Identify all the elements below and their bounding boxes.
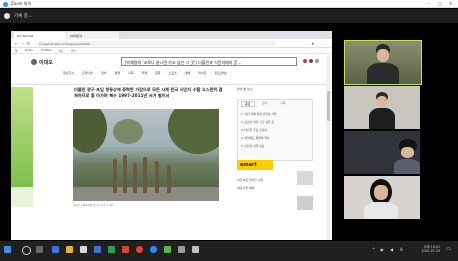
powerpoint-icon[interactable] <box>122 246 129 253</box>
bookmark[interactable]: Gmail <box>25 49 33 52</box>
store-icon[interactable] <box>80 246 87 253</box>
recording-label: 기록 중... <box>14 14 33 19</box>
left-ad-footer[interactable] <box>11 187 33 207</box>
photo-caption: 더블린 리피강변의 대기근 추모 조각상 <box>73 204 113 207</box>
menu-icon[interactable]: ⋮ <box>321 41 325 46</box>
reload-icon[interactable]: ↻ <box>27 41 30 46</box>
window-title: Zoom 회의 <box>11 1 32 6</box>
participant-video-active[interactable] <box>344 40 422 85</box>
zoom-icon[interactable] <box>150 246 157 253</box>
language-indicator[interactable]: A <box>400 247 403 252</box>
browser-tab[interactable]: Sin Nomad... <box>14 32 66 39</box>
bookmarks-bar: 앱 Gmail YouTube 지도 번역 <box>11 48 332 54</box>
list-item[interactable]: 1. 식민 지배 역사 더블린 기행 <box>241 110 276 118</box>
shared-screen: Sin Nomad... [박재령의 ... ← → ↻ m.news.imae… <box>11 31 332 240</box>
sidebar-tab[interactable]: 정치 <box>262 101 268 105</box>
zoom-titlebar: Zoom 회의 – □ ✕ <box>0 0 458 8</box>
share-toolbar: 기록 중... <box>0 9 458 23</box>
sidebar-tab[interactable]: 사회 <box>280 101 286 105</box>
nav-item[interactable]: 문화 <box>155 71 161 75</box>
ad-text-line: 최대 할인 혜택 <box>237 186 255 190</box>
popular-news-box: 종합 정치 사회 1. 식민 지배 역사 더블린 기행 2. 코로나 이후 가고… <box>237 99 313 161</box>
start-icon[interactable] <box>4 246 11 253</box>
page-scrollbar[interactable] <box>326 55 331 240</box>
site-logo[interactable]: 이대오 <box>39 59 53 66</box>
nav-item[interactable]: 최신기사 <box>63 71 74 75</box>
word-icon[interactable] <box>94 246 101 253</box>
site-nav: 최신기사 오피니언 정치 경제 사회 국제 문화 스포츠 연예 라이프 포토/영… <box>63 71 234 75</box>
network-icon[interactable]: ◉ <box>380 247 384 252</box>
maximize-button[interactable]: □ <box>438 1 442 6</box>
nav-item[interactable]: 라이프 <box>198 71 206 75</box>
article-photo <box>73 109 219 201</box>
windows-taskbar: ^ ◉ ◀ A 오후 10:01 2020-07-29 ▭ <box>0 241 458 261</box>
excel-icon[interactable] <box>108 246 115 253</box>
task-view-icon[interactable] <box>36 246 43 253</box>
user-icon[interactable] <box>309 59 313 63</box>
app-icon[interactable] <box>192 246 199 253</box>
list-item[interactable]: 2. 코로나 이후 가고 싶은 곳 <box>241 118 276 126</box>
share-icon[interactable] <box>303 59 307 63</box>
nav-item[interactable]: 스포츠 <box>169 71 177 75</box>
sidebar-title: 많이 본 뉴스 <box>237 87 253 91</box>
file-explorer-icon[interactable] <box>66 246 73 253</box>
app-icon[interactable] <box>178 246 185 253</box>
kakaotalk-icon[interactable] <box>164 246 171 253</box>
clock[interactable]: 오후 10:01 2020-07-29 <box>410 244 440 253</box>
search-icon[interactable] <box>22 246 31 255</box>
list-item[interactable]: 5. 더블린 여행 정보 <box>241 142 276 150</box>
participant-video[interactable] <box>344 176 420 219</box>
search-icon[interactable] <box>315 59 319 63</box>
nav-item[interactable]: 국제 <box>142 71 148 75</box>
ad-thumbnail[interactable] <box>297 196 313 210</box>
site-header: 이대오 [박재령의 '코로나 끝나면 가고 싶은 그 곳'] 더블린과 식민지배… <box>11 55 332 85</box>
participant-video[interactable] <box>344 131 420 174</box>
nav-item[interactable]: 연예 <box>185 71 191 75</box>
zoom-logo-icon <box>3 1 8 7</box>
list-item[interactable]: 4. 아일랜드 독립의 역사 <box>241 134 276 142</box>
forward-icon[interactable]: → <box>21 41 24 46</box>
clock-date: 2020-07-29 <box>421 249 440 253</box>
url-bar[interactable]: m.news.imaeil.com/page/view/2020... <box>36 41 276 46</box>
popular-news-list: 1. 식민 지배 역사 더블린 기행 2. 코로나 이후 가고 싶은 곳 3. … <box>241 110 276 150</box>
nav-item[interactable]: 포토/영상 <box>215 71 227 75</box>
headline-banner[interactable]: [박재령의 '코로나 끝나면 가고 싶은 그 곳'] 더블린과 식민지배의 흔.… <box>121 57 297 66</box>
participant-video[interactable] <box>344 86 420 129</box>
bookmark[interactable]: 앱 <box>15 49 17 53</box>
ad-text-line: 지금 바로 온라인 구매 <box>237 178 263 182</box>
browser-tab-active[interactable]: [박재령의 ... <box>67 32 119 39</box>
bookmark[interactable]: 번역 <box>71 49 76 53</box>
article-body: 더블린 광구 포입 청동상에 중력한 가감으로 모든 시체 힌국 사인지 수탈 … <box>74 87 223 98</box>
emart-ad-logo[interactable]: emart <box>237 160 273 170</box>
nav-item[interactable]: 정치 <box>101 71 107 75</box>
minimize-button[interactable]: – <box>428 1 430 6</box>
site-logo-icon <box>31 59 37 65</box>
tray-chevron-icon[interactable]: ^ <box>372 247 375 252</box>
address-row: ← → ↻ m.news.imaeil.com/page/view/2020..… <box>11 39 332 48</box>
nav-item[interactable]: 경제 <box>115 71 121 75</box>
volume-icon[interactable]: ◀ <box>390 247 393 252</box>
back-icon[interactable]: ← <box>15 41 18 46</box>
chrome-icon[interactable] <box>136 246 143 253</box>
list-item[interactable]: 3. 대기근 추모 조각상 <box>241 126 276 134</box>
extensions-icon[interactable]: ★ <box>311 41 315 46</box>
left-ad-banner[interactable] <box>11 87 33 187</box>
nav-item[interactable]: 오피니언 <box>82 71 93 75</box>
close-button[interactable]: ✕ <box>449 1 452 6</box>
bookmark[interactable]: YouTube <box>41 49 52 52</box>
edge-icon[interactable] <box>52 246 59 253</box>
browser-tab-strip: Sin Nomad... [박재령의 ... <box>11 31 332 39</box>
sidebar-ad-text[interactable]: 지금 바로 온라인 구매 최대 할인 혜택 <box>237 176 293 192</box>
sidebar-tab[interactable]: 종합 <box>241 101 255 107</box>
scrollbar-thumb[interactable] <box>327 91 330 121</box>
bookmark[interactable]: 지도 <box>59 49 64 53</box>
notification-icon[interactable]: ▭ <box>446 246 451 252</box>
recording-icon[interactable] <box>4 13 10 19</box>
ad-thumbnail[interactable] <box>297 171 313 185</box>
nav-item[interactable]: 사회 <box>128 71 134 75</box>
